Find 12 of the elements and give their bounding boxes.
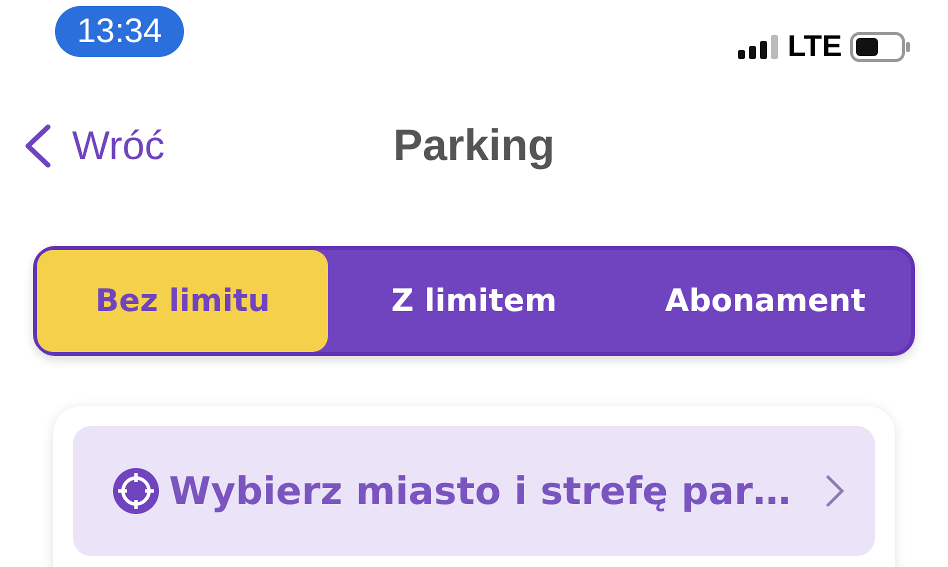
back-button[interactable]: Wróć — [22, 123, 165, 169]
status-time: 13:34 — [55, 6, 184, 57]
page-title: Parking — [393, 121, 555, 171]
tab[interactable]: Abonament — [620, 250, 911, 352]
chevron-right-icon — [825, 474, 845, 508]
signal-icon — [738, 35, 780, 59]
battery-icon — [850, 32, 912, 62]
tab[interactable]: Z limitem — [328, 250, 620, 352]
zone-picker[interactable]: Wybierz miasto i strefę par… — [73, 426, 875, 556]
tab[interactable]: Bez limitu — [37, 250, 328, 352]
location-target-icon — [113, 468, 159, 514]
network-label: LTE — [788, 30, 842, 64]
